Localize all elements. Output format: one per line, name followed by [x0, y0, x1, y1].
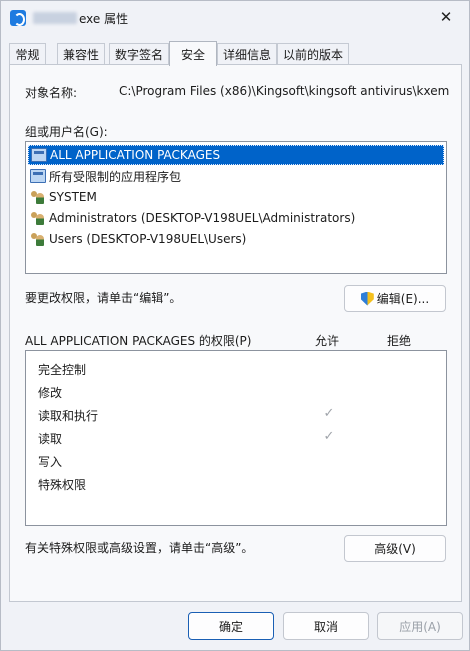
list-item[interactable]: Administrators (DESKTOP-V198UEL\Administ…	[28, 208, 355, 228]
allow-check-icon: ✓	[323, 429, 335, 444]
advanced-hint: 有关特殊权限或高级设置，请单击“高级”。	[25, 541, 254, 555]
advanced-button[interactable]: 高级(V)	[344, 535, 446, 562]
permissions-list[interactable]: 完全控制 修改 读取和执行 ✓ 读取 ✓ 写入 特殊权限	[25, 350, 447, 526]
tab-security[interactable]: 安全	[169, 41, 217, 66]
group-label: 组或用户名(G):	[25, 125, 108, 139]
properties-window: exe 属性 ✕ 常规 兼容性 数字签名 安全 详细信息 以前的版本 对象名称:…	[0, 0, 470, 651]
deny-header: 拒绝	[387, 334, 412, 348]
change-hint: 要更改权限，请单击“编辑”。	[25, 291, 182, 305]
ok-button[interactable]: 确定	[188, 612, 274, 640]
permission-row: 写入	[38, 455, 63, 469]
tab-digital-signatures[interactable]: 数字签名	[109, 43, 169, 65]
principal-name: Administrators (DESKTOP-V198UEL\Administ…	[49, 211, 356, 225]
object-name-label: 对象名称:	[25, 86, 78, 100]
list-item[interactable]: Users (DESKTOP-V198UEL\Users)	[28, 229, 246, 249]
title-bar: exe 属性 ✕	[1, 1, 469, 35]
users-icon	[30, 190, 46, 204]
tab-details[interactable]: 详细信息	[217, 43, 277, 65]
principal-name: SYSTEM	[49, 190, 97, 204]
list-item[interactable]: SYSTEM	[28, 187, 97, 207]
allow-header: 允许	[315, 334, 340, 348]
principal-name: ALL APPLICATION PACKAGES	[50, 148, 221, 162]
blurred-filename	[33, 12, 77, 24]
permission-row: 修改	[38, 386, 63, 400]
users-icon	[30, 232, 46, 246]
principals-listbox[interactable]: ALL APPLICATION PACKAGES 所有受限制的应用程序包 SYS…	[25, 141, 447, 274]
package-icon	[31, 148, 47, 162]
cancel-button[interactable]: 取消	[283, 612, 369, 640]
users-icon	[30, 211, 46, 225]
edit-button-label: 编辑(E)...	[376, 292, 430, 306]
permission-row: 特殊权限	[38, 478, 87, 492]
list-item[interactable]: 所有受限制的应用程序包	[28, 166, 181, 186]
principal-name: 所有受限制的应用程序包	[49, 169, 182, 184]
uac-shield-icon	[360, 291, 374, 306]
tab-general[interactable]: 常规	[9, 43, 46, 65]
window-title: exe 属性	[79, 12, 129, 26]
app-icon	[10, 10, 26, 26]
permission-row: 读取	[38, 432, 63, 446]
object-name-value: C:\Program Files (x86)\Kingsoft\kingsoft…	[119, 84, 449, 98]
security-panel: 对象名称: C:\Program Files (x86)\Kingsoft\ki…	[9, 64, 462, 602]
permissions-header: ALL APPLICATION PACKAGES 的权限(P)	[25, 334, 252, 348]
tab-compatibility[interactable]: 兼容性	[57, 43, 105, 65]
package-icon	[30, 169, 46, 183]
apply-button[interactable]: 应用(A)	[377, 612, 463, 640]
permission-row: 读取和执行	[38, 409, 99, 423]
principal-name: Users (DESKTOP-V198UEL\Users)	[49, 232, 247, 246]
allow-check-icon: ✓	[323, 406, 335, 421]
edit-button[interactable]: 编辑(E)...	[344, 285, 446, 312]
tab-previous-versions[interactable]: 以前的版本	[277, 43, 349, 65]
list-item[interactable]: ALL APPLICATION PACKAGES	[28, 145, 444, 165]
close-icon[interactable]: ✕	[423, 1, 469, 33]
permission-row: 完全控制	[38, 363, 87, 377]
